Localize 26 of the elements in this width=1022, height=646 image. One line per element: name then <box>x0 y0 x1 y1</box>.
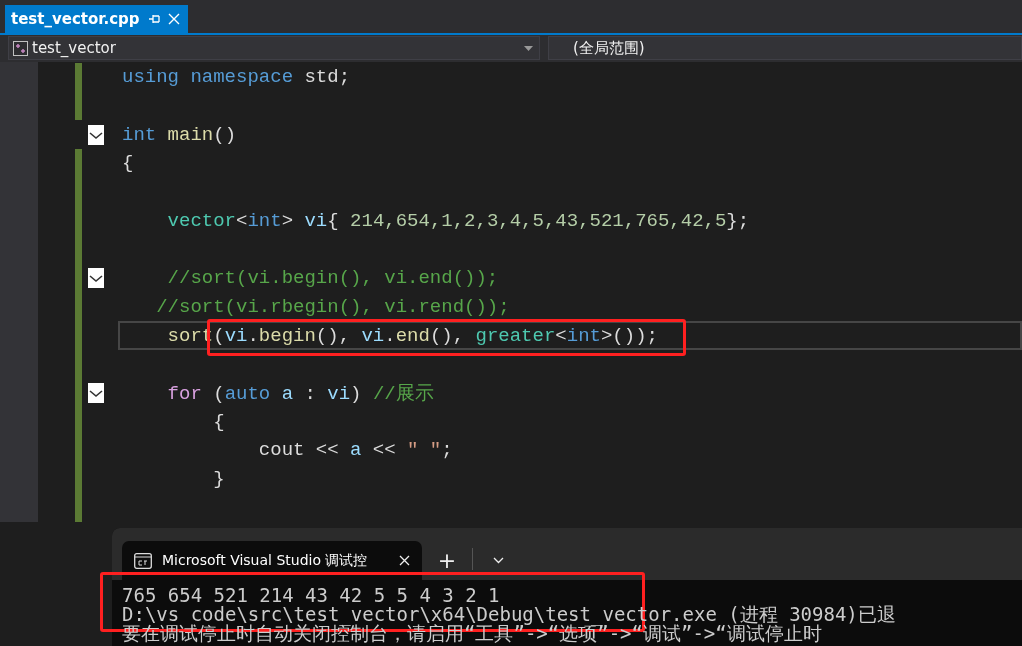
code-line: int main() <box>122 123 237 146</box>
terminal-icon <box>134 552 152 569</box>
chevron-down-icon <box>492 557 504 564</box>
console-output: 765 654 521 214 43 42 5 5 4 3 2 1 <box>122 586 500 605</box>
code-line: } <box>212 467 225 490</box>
collapse-icon[interactable] <box>88 124 104 145</box>
class-icon <box>13 40 28 56</box>
project-dropdown[interactable]: test_vector <box>8 36 540 60</box>
code-line: using namespace std; <box>122 66 351 89</box>
code-line: { <box>212 410 225 433</box>
code-line: vector<int> vi{ 214,654,1,2,3,4,5,43,521,765,42,5}; <box>166 209 750 232</box>
code-line: for (auto a : vi) //展示 <box>166 381 434 406</box>
document-tab[interactable]: test_vector.cpp <box>5 5 188 33</box>
new-tab-button[interactable]: + <box>430 541 464 580</box>
pin-icon[interactable] <box>147 13 160 25</box>
scope-dropdown[interactable]: (全局范围) <box>548 36 1022 60</box>
code-line: cout << a << " "; <box>257 439 453 462</box>
code-line: { <box>122 152 134 175</box>
code-line: //sort(vi.begin(), vi.end()); <box>166 267 499 290</box>
console-tab[interactable]: Microsoft Visual Studio 调试控 <box>122 541 422 580</box>
close-icon[interactable] <box>399 555 410 566</box>
collapse-icon[interactable] <box>88 382 104 403</box>
collapse-icon[interactable] <box>88 268 104 289</box>
caret-icon <box>524 45 533 51</box>
code-line: //sort(vi.rbegin(), vi.rend()); <box>155 295 510 318</box>
code-editor[interactable] <box>0 62 1022 522</box>
